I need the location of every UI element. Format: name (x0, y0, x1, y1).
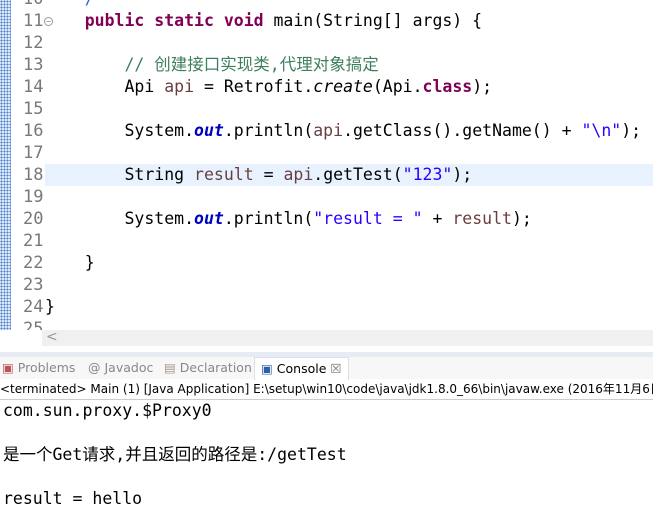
line-number: 19 (23, 187, 44, 207)
tab-declaration[interactable]: ▤ Declaration (164, 357, 252, 379)
keyword: public static void (84, 11, 264, 30)
tab-label: Console (276, 361, 327, 376)
code-text: String (124, 165, 195, 184)
close-icon[interactable]: ☒ (330, 361, 341, 376)
at-icon: @ (88, 360, 101, 375)
scroll-left-icon[interactable]: < (46, 329, 58, 345)
variable: api (164, 77, 195, 96)
code-text: .getClass().getName() + (343, 121, 582, 140)
code-text: .getTest( (313, 165, 403, 184)
line-number: 15 (23, 99, 44, 119)
line-number: 22 (23, 253, 44, 273)
variable: result (194, 165, 254, 184)
line-number: 17 (23, 143, 44, 163)
code-text: ); (511, 209, 532, 228)
code-text: System. (124, 209, 195, 228)
keyword: class (422, 77, 473, 96)
code-text: System. (124, 121, 195, 140)
string-literal: "123" (402, 165, 453, 184)
tab-problems[interactable]: ▣ Problems (2, 357, 75, 379)
console-output-line: com.sun.proxy.$Proxy0 (3, 401, 212, 420)
tab-label: Declaration (179, 360, 252, 375)
code-text: Api (124, 77, 165, 96)
code-text: } (84, 253, 95, 272)
line-number: 21 (23, 231, 44, 251)
code-line: public static void main(String[] args) { (45, 10, 653, 32)
overview-ruler (0, 0, 11, 330)
string-literal: "\n" (581, 121, 622, 140)
line-number: 23 (23, 275, 44, 295)
code-line: Api api = Retrofit.create(Api.class); (45, 76, 653, 98)
console-output-line: 是一个Get请求,并且返回的路径是:/getTest (3, 445, 347, 464)
console-icon: ▣ (261, 361, 273, 376)
tab-javadoc[interactable]: @ Javadoc (88, 357, 153, 379)
console-output-line: result = hello (3, 489, 143, 508)
code-text: ); (452, 165, 473, 184)
variable: api (313, 121, 344, 140)
code-editor[interactable]: 10 11 12 13 14 15 16 17 18 19 20 21 22 2… (0, 0, 653, 330)
code-text: (Api. (372, 77, 423, 96)
line-number: 20 (23, 209, 44, 229)
line-number-gutter: 10 11 12 13 14 15 16 17 18 19 20 21 22 2… (11, 0, 53, 330)
static-field: out (194, 121, 224, 140)
code-line: // 创建接口实现类,代理对象搞定 (45, 54, 653, 76)
line-number: 14 (23, 77, 44, 97)
declaration-icon: ▤ (164, 360, 176, 375)
tab-console[interactable]: ▣ Console ☒ (254, 357, 349, 380)
code-line: } (45, 252, 653, 274)
tab-label: Problems (17, 360, 76, 375)
code-text: ); (621, 121, 642, 140)
line-number: 24 (23, 297, 44, 317)
variable: api (283, 165, 314, 184)
problems-icon: ▣ (2, 360, 14, 375)
code-line: } (45, 296, 653, 318)
code-line: / (45, 0, 653, 10)
code-text: = Retrofit. (194, 77, 314, 96)
line-number: 25 (23, 319, 44, 330)
line-number: 11 (23, 11, 44, 31)
code-line: System.out.println(api.getClass().getNam… (45, 120, 653, 142)
horizontal-scrollbar[interactable]: < (42, 329, 653, 346)
code-text: = (253, 165, 284, 184)
comment: // 创建接口实现类,代理对象搞定 (124, 55, 379, 74)
code-text: .println( (223, 121, 314, 140)
code-text: } (45, 297, 55, 316)
static-field: out (194, 209, 224, 228)
line-number: 18 (23, 165, 44, 185)
line-number: 12 (23, 33, 44, 53)
current-code-line: String result = api.getTest("123"); (45, 164, 653, 186)
code-text: + (422, 209, 453, 228)
line-number: 13 (23, 55, 44, 75)
variable: result (452, 209, 512, 228)
static-method: create (313, 77, 373, 96)
line-number: 10 (23, 0, 43, 10)
code-text: ); (472, 77, 493, 96)
code-text: main(String[] args) { (263, 11, 483, 30)
code-line: System.out.println("result = " + result)… (45, 208, 653, 230)
console-status: <terminated> Main (1) [Java Application]… (0, 379, 653, 400)
view-tabs: ▣ Problems @ Javadoc ▤ Declaration ▣ Con… (0, 357, 653, 380)
tab-label: Javadoc (104, 360, 154, 375)
line-number: 16 (23, 121, 44, 141)
string-literal: "result = " (313, 209, 423, 228)
code-text: .println( (223, 209, 314, 228)
